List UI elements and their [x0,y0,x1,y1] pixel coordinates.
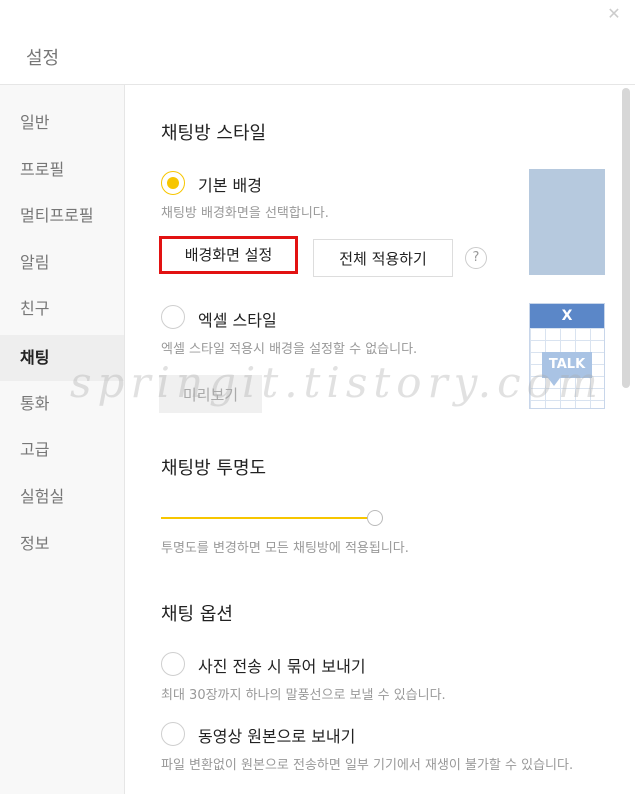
photo-bundle-checkbox[interactable] [161,652,185,676]
default-bg-desc: 채팅방 배경화면을 선택합니다. [161,206,329,221]
transparency-slider-handle[interactable] [367,510,383,526]
preview-button[interactable]: 미리보기 [159,375,262,413]
sidebar-item-info[interactable]: 정보 [0,521,124,567]
sidebar: 일반 프로필 멀티프로필 알림 친구 채팅 통화 고급 실험실 정보 [0,85,125,794]
window-title: 설정 [26,48,60,69]
excel-style-label[interactable]: 엑셀 스타일 [198,307,277,331]
chat-style-title: 채팅방 스타일 [161,123,267,144]
transparency-title: 채팅방 투명도 [161,458,267,479]
scrollbar[interactable] [620,85,635,794]
photo-bundle-desc: 최대 30장까지 하나의 말풍선으로 보낼 수 있습니다. [161,688,446,703]
sidebar-item-general[interactable]: 일반 [0,100,124,146]
sidebar-item-chat[interactable]: 채팅 [0,335,124,381]
sidebar-item-profile[interactable]: 프로필 [0,147,124,193]
sidebar-item-friends[interactable]: 친구 [0,286,124,332]
close-icon[interactable]: ✕ [605,5,623,23]
help-icon[interactable]: ? [465,247,487,269]
scrollbar-thumb[interactable] [622,88,630,388]
background-preview [529,169,605,275]
sidebar-item-labs[interactable]: 실험실 [0,474,124,520]
photo-bundle-label[interactable]: 사진 전송 시 묶어 보내기 [198,653,366,677]
talk-bubble-icon: TALK [542,352,592,378]
window-header: 설정 ✕ [0,0,635,85]
sidebar-item-multiprofile[interactable]: 멀티프로필 [0,193,124,239]
sidebar-item-notifications[interactable]: 알림 [0,240,124,286]
sidebar-item-call[interactable]: 통화 [0,381,124,427]
talk-bubble-tail [548,378,560,386]
video-original-label[interactable]: 동영상 원본으로 보내기 [198,723,355,747]
transparency-desc: 투명도를 변경하면 모든 채팅방에 적용됩니다. [161,541,409,556]
apply-all-button[interactable]: 전체 적용하기 [313,239,453,277]
video-original-desc: 파일 변환없이 원본으로 전송하면 일부 기기에서 재생이 불가할 수 있습니다… [161,758,574,773]
excel-style-radio[interactable] [161,305,185,329]
sidebar-item-advanced[interactable]: 고급 [0,427,124,473]
excel-style-preview: X TALK [529,303,605,409]
transparency-slider-track[interactable] [161,517,369,519]
video-original-checkbox[interactable] [161,722,185,746]
chat-options-title: 채팅 옵션 [161,604,233,625]
excel-logo-icon: X [530,304,604,328]
excel-style-desc: 엑셀 스타일 적용시 배경을 설정할 수 없습니다. [161,342,418,357]
settings-content: 채팅방 스타일 기본 배경 채팅방 배경화면을 선택합니다. 배경화면 설정 전… [125,85,619,794]
set-background-button[interactable]: 배경화면 설정 [159,236,298,274]
default-bg-radio[interactable] [161,171,185,195]
default-bg-label[interactable]: 기본 배경 [198,172,262,196]
